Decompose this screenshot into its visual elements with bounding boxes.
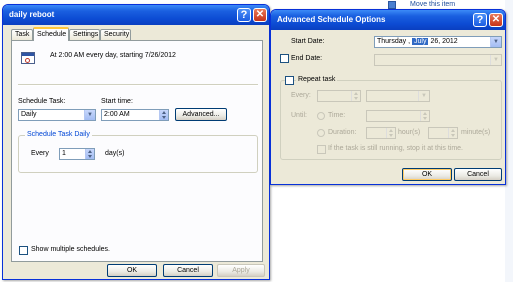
- close-button[interactable]: ✕: [253, 8, 267, 22]
- schedule-task-value: Daily: [21, 111, 37, 118]
- every-days-value: 1: [62, 150, 66, 157]
- chevron-down-icon[interactable]: ▼: [418, 91, 429, 101]
- advanced-schedule-dialog: Advanced Schedule Options ? ✕ Start Date…: [270, 9, 506, 185]
- repeat-unit-dropdown[interactable]: ▼: [366, 90, 430, 102]
- duration-minutes-spinner-icon[interactable]: [448, 128, 457, 138]
- ok-button[interactable]: OK: [107, 264, 157, 277]
- start-time-spinner-icon[interactable]: [159, 110, 168, 120]
- schedule-task-label: Schedule Task:: [18, 98, 66, 105]
- close-button[interactable]: ✕: [489, 13, 503, 27]
- move-item-icon: [388, 1, 396, 9]
- until-label: Until:: [291, 112, 307, 119]
- repeat-every-label: Every:: [291, 92, 311, 99]
- chevron-down-icon[interactable]: ▼: [490, 55, 501, 65]
- duration-hours-stepper[interactable]: [366, 127, 396, 139]
- tab-settings[interactable]: Settings: [69, 29, 100, 40]
- stop-if-running-checkbox[interactable]: [317, 145, 326, 154]
- repeat-task-groupbox: Repeat task Every: ▼ Until: Time: Durati…: [280, 75, 502, 160]
- schedule-task-dropdown[interactable]: Daily ▼: [18, 109, 96, 121]
- hours-label: hour(s): [398, 129, 421, 136]
- dialog-title: daily reboot: [9, 10, 55, 19]
- start-date-picker[interactable]: Thursday , July 26, 2012 ▼: [374, 36, 502, 48]
- help-button[interactable]: ?: [473, 13, 487, 27]
- apply-button[interactable]: Apply: [217, 264, 265, 277]
- repeat-every-spinner-icon[interactable]: [351, 91, 360, 101]
- start-date-weekday: Thursday ,: [377, 38, 411, 45]
- advanced-dialog-title: Advanced Schedule Options: [277, 15, 386, 24]
- schedule-daily-groupbox: Schedule Task Daily Every 1 day(s): [18, 130, 258, 173]
- until-time-spinner-icon[interactable]: [420, 111, 429, 121]
- end-date-picker[interactable]: ▼: [374, 54, 502, 66]
- stop-if-running-label: If the task is still running, stop it at…: [328, 145, 463, 152]
- every-days-stepper[interactable]: 1: [59, 148, 95, 160]
- until-duration-label: Duration:: [328, 129, 357, 136]
- schedule-tab-panel: At 2:00 AM every day, starting 7/26/2012…: [11, 40, 263, 262]
- schedule-calendar-icon: [21, 52, 35, 64]
- cancel-button[interactable]: Cancel: [163, 264, 213, 277]
- repeat-every-stepper[interactable]: [317, 90, 361, 102]
- end-date-checkbox[interactable]: [280, 54, 289, 63]
- tab-schedule[interactable]: Schedule: [33, 27, 69, 41]
- show-multiple-label: Show multiple schedules.: [31, 246, 110, 253]
- every-days-spinner-icon[interactable]: [85, 149, 94, 159]
- show-multiple-checkbox[interactable]: [19, 246, 28, 255]
- every-label: Every: [31, 150, 49, 157]
- advanced-schedule-titlebar[interactable]: Advanced Schedule Options ? ✕: [271, 10, 505, 30]
- until-time-radio[interactable]: [317, 112, 325, 120]
- schedule-summary: At 2:00 AM every day, starting 7/26/2012: [50, 52, 176, 59]
- ok-button[interactable]: OK: [402, 168, 452, 181]
- duration-hours-spinner-icon[interactable]: [386, 128, 395, 138]
- start-date-label: Start Date:: [291, 38, 325, 45]
- background-side-panel: [505, 0, 513, 282]
- end-date-label: End Date:: [291, 55, 323, 62]
- until-time-label: Time:: [328, 112, 346, 119]
- until-duration-radio[interactable]: [317, 129, 325, 137]
- tab-task[interactable]: Task: [11, 29, 33, 40]
- summary-divider: [18, 84, 258, 86]
- every-days-unit: day(s): [105, 150, 125, 157]
- start-time-label: Start time:: [101, 98, 133, 105]
- cancel-button[interactable]: Cancel: [454, 168, 502, 181]
- help-button[interactable]: ?: [237, 8, 251, 22]
- advanced-button[interactable]: Advanced...: [175, 108, 227, 121]
- minutes-label: minute(s): [461, 129, 491, 136]
- chevron-down-icon[interactable]: ▼: [490, 37, 501, 47]
- repeat-task-checkbox[interactable]: [285, 76, 294, 85]
- duration-minutes-stepper[interactable]: [428, 127, 458, 139]
- start-date-month[interactable]: July: [412, 38, 429, 45]
- repeat-task-label: Repeat task: [296, 75, 338, 85]
- start-time-input[interactable]: 2:00 AM: [101, 109, 169, 121]
- tab-security[interactable]: Security: [100, 29, 131, 40]
- groupbox-title: Schedule Task Daily: [25, 130, 92, 140]
- chevron-down-icon[interactable]: ▼: [84, 110, 95, 120]
- daily-reboot-titlebar[interactable]: daily reboot ? ✕: [3, 5, 269, 25]
- start-date-day-year: 26, 2012: [430, 38, 458, 45]
- start-time-value: 2:00 AM: [104, 111, 130, 118]
- until-time-input[interactable]: [366, 110, 430, 122]
- daily-reboot-dialog: daily reboot ? ✕ Task Schedule Settings …: [2, 4, 270, 280]
